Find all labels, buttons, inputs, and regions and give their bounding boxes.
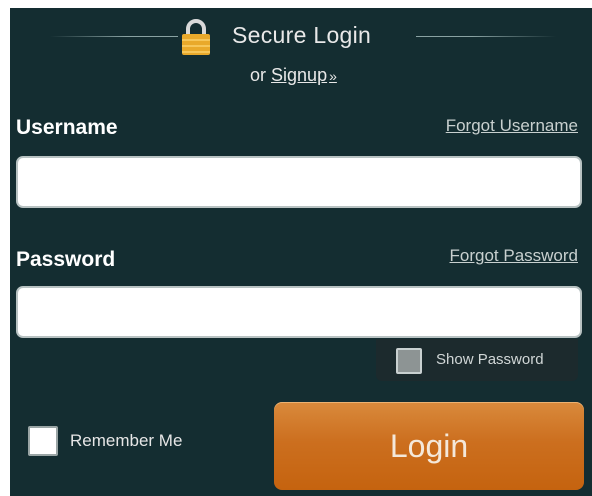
header-divider-right: [416, 36, 556, 37]
chevron-right-icon[interactable]: »: [329, 68, 337, 84]
signup-row: or Signup»: [250, 65, 337, 86]
page-title: Secure Login: [232, 22, 372, 48]
username-field[interactable]: [16, 156, 582, 208]
username-label: Username: [16, 116, 118, 139]
signup-link-label: Signup: [271, 65, 328, 85]
signup-prefix: or: [250, 65, 267, 85]
show-password-toggle[interactable]: Show Password: [376, 339, 578, 381]
login-panel: Secure Login or Signup» Username Forgot …: [10, 8, 592, 496]
lock-icon: [182, 19, 210, 55]
password-field[interactable]: [16, 286, 582, 338]
forgot-username-link[interactable]: Forgot Username: [446, 116, 578, 136]
header-divider-left: [50, 36, 178, 37]
login-button[interactable]: Login: [274, 402, 584, 490]
forgot-password-link[interactable]: Forgot Password: [450, 246, 579, 266]
show-password-label: Show Password: [436, 351, 544, 368]
remember-me-checkbox[interactable]: [28, 426, 58, 456]
signup-link[interactable]: Signup: [271, 65, 327, 85]
show-password-checkbox[interactable]: [396, 348, 422, 374]
remember-me-label: Remember Me: [70, 431, 183, 450]
password-label: Password: [16, 248, 116, 271]
